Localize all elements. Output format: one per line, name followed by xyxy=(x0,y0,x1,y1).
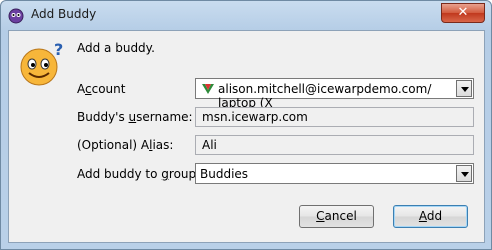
msn-butterfly-icon xyxy=(202,84,214,94)
add-button[interactable]: Add xyxy=(393,205,468,228)
group-select[interactable]: Buddies xyxy=(195,163,474,184)
close-button[interactable]: ✕ xyxy=(441,3,485,23)
username-field[interactable]: msn.icewarp.com xyxy=(195,107,474,127)
chevron-down-icon[interactable] xyxy=(456,80,472,97)
group-value: Buddies xyxy=(200,167,249,181)
group-label: Add buddy to group: xyxy=(77,167,201,181)
pidgin-icon xyxy=(8,8,24,24)
account-label: Account xyxy=(77,82,126,96)
window-title: Add Buddy xyxy=(31,7,97,21)
svg-text:?: ? xyxy=(54,40,63,59)
alias-field[interactable]: Ali xyxy=(195,135,474,155)
cancel-button[interactable]: Cancel xyxy=(299,205,374,228)
dialog-heading: Add a buddy. xyxy=(77,41,155,55)
add-buddy-window: Add Buddy ✕ ? Add a buddy. Account aliso… xyxy=(0,0,492,250)
chevron-down-icon[interactable] xyxy=(456,165,472,182)
account-select[interactable]: alison.mitchell@icewarpdemo.com/ laptop … xyxy=(195,78,474,110)
account-value: alison.mitchell@icewarpdemo.com/ laptop … xyxy=(218,82,432,110)
dialog-body: ? Add a buddy. Account alison.mitchell@i… xyxy=(8,30,485,243)
title-bar[interactable]: Add Buddy ✕ xyxy=(1,1,491,29)
username-label: Buddy's username: xyxy=(77,110,193,124)
alias-label: (Optional) Alias: xyxy=(77,138,174,152)
smiley-question-icon: ? xyxy=(20,40,63,86)
